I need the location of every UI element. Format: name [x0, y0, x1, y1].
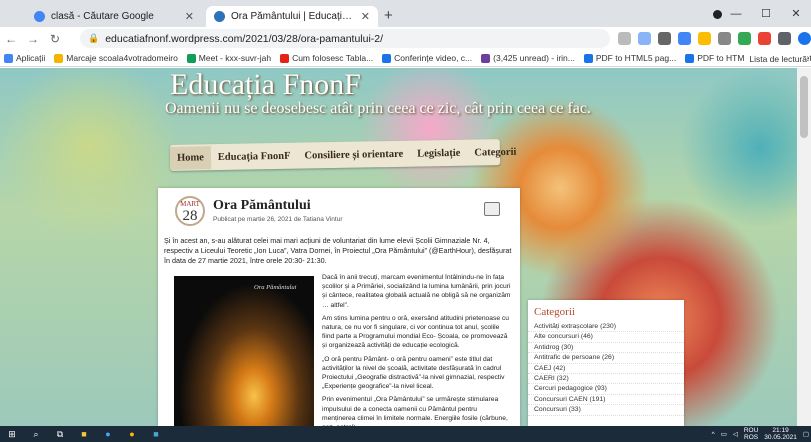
paragraph: Dacă în anii trecuți, marcam evenimentul… — [322, 274, 511, 309]
bookmarks-bar: Aplicații Marcaje scoala4votradomeiro Me… — [0, 50, 811, 67]
reading-list[interactable]: Lista de lectură — [745, 54, 807, 64]
lock-icon: 🔒 — [88, 33, 100, 43]
nav-educatia[interactable]: Educația FnonF — [211, 150, 298, 163]
windows-taskbar: ⊞ ⌕ ⧉ ■ ● ● ■ — [0, 426, 811, 442]
bookmark-item[interactable]: Meet - kxx-suvr-jah — [186, 53, 271, 63]
category-link[interactable]: CAERI (32) — [528, 374, 684, 385]
extension-icon[interactable] — [658, 32, 671, 45]
store-icon[interactable]: ■ — [144, 426, 168, 442]
tab-title: clasă - Căutare Google — [51, 11, 154, 22]
date-badge: MART 28 — [175, 196, 205, 226]
post-content: MART 28 Ora Pământului Publicat pe marti… — [158, 188, 520, 426]
notification-icon[interactable]: ▢ — [803, 430, 809, 438]
pdf-icon — [583, 53, 593, 63]
file-explorer-icon[interactable]: ■ — [72, 426, 96, 442]
close-window-icon[interactable]: ✕ — [781, 7, 811, 20]
category-link[interactable]: Cercuri pedagogice (93) — [528, 384, 684, 395]
tab-title: Ora Pământului | Educația FnonF — [231, 11, 355, 22]
category-link[interactable]: Activități extrașcolare (230) — [528, 322, 684, 333]
meet-icon — [186, 53, 196, 63]
bookmark-item[interactable]: Conferințe video, c... — [382, 53, 472, 63]
close-icon[interactable]: ✕ — [361, 10, 370, 23]
bookmark-item[interactable]: PDF to HTML5 pag... — [583, 53, 676, 63]
paragraph: „O oră pentru Pământ- o oră pentru oamen… — [322, 355, 505, 391]
puzzle-icon[interactable] — [778, 32, 791, 45]
extension-icon[interactable] — [698, 32, 711, 45]
candle-photo: Ora Pământului — [174, 276, 314, 426]
pdf-icon — [685, 53, 695, 63]
folder-icon — [54, 53, 64, 63]
tab-google-search[interactable]: clasă - Căutare Google ✕ — [26, 6, 202, 27]
edge-icon[interactable]: ● — [96, 426, 120, 442]
category-link[interactable]: Alte concursuri (46) — [528, 332, 684, 343]
post-title[interactable]: Ora Pământului — [213, 198, 311, 214]
book-icon — [484, 202, 500, 216]
category-link[interactable]: Antitrafic de persoane (26) — [528, 353, 684, 364]
paragraph: Am stins lumina pentru o oră, exersând a… — [322, 314, 509, 350]
photo-caption: Ora Pământului — [254, 284, 297, 291]
url-bar[interactable]: 🔒 educatiafnonf.wordpress.com/2021/03/28… — [80, 29, 610, 48]
extension-icon[interactable] — [738, 32, 751, 45]
star-icon[interactable] — [618, 32, 631, 45]
youtube-icon — [280, 53, 290, 63]
network-icon[interactable]: ▭ — [721, 430, 727, 438]
forward-icon[interactable]: → — [22, 32, 44, 46]
post-day: 28 — [182, 208, 198, 224]
system-tray: ^ ▭ ◁ ROU ROS 21:19 30.05.2021 ▢ — [712, 427, 809, 441]
categories-heading: Categorii — [534, 306, 575, 318]
mail-icon — [481, 53, 491, 63]
post-intro: Și în acest an, s-au alăturat celei mai … — [164, 236, 512, 265]
extension-icon[interactable] — [678, 32, 691, 45]
browser-tabbar: clasă - Căutare Google ✕ Ora Pământului … — [0, 0, 811, 27]
page-viewport: Educația FnonF Oamenii nu se deosebesc a… — [0, 68, 797, 426]
language-indicator[interactable]: ROU ROS — [744, 427, 758, 441]
url-text: educatiafnonf.wordpress.com/2021/03/28/o… — [105, 32, 384, 45]
video-icon — [382, 53, 392, 63]
new-tab-icon[interactable]: + — [384, 7, 393, 24]
wordpress-icon — [214, 11, 225, 22]
extension-icon[interactable] — [758, 32, 771, 45]
categories-widget: Categorii Activități extrașcolare (230) … — [528, 300, 684, 426]
nav-home[interactable]: Home — [169, 145, 212, 170]
category-link[interactable]: Antidrog (30) — [528, 343, 684, 354]
bookmark-apps[interactable]: Aplicații — [4, 53, 45, 63]
minimize-icon[interactable]: — — [721, 8, 751, 20]
nav-categorii[interactable]: Categorii — [467, 146, 523, 158]
category-link[interactable]: Concursuri CAEN (191) — [528, 395, 684, 406]
paragraph: Prin evenimentul „Ora Pământului” se urm… — [322, 396, 508, 426]
google-icon — [34, 11, 45, 22]
search-icon[interactable]: ⌕ — [24, 426, 48, 442]
reload-icon[interactable]: ↻ — [44, 32, 66, 46]
tray-chevron-icon[interactable]: ^ — [712, 431, 715, 438]
close-icon[interactable]: ✕ — [185, 10, 194, 23]
bookmark-item[interactable]: Marcaje scoala4votradomeiro — [54, 53, 178, 63]
main-nav: Home Educația FnonF Consiliere și orient… — [169, 139, 516, 171]
bookmark-item[interactable]: (3,425 unread) - irin... — [481, 53, 575, 63]
profile-avatar[interactable] — [798, 32, 811, 45]
volume-icon[interactable]: ◁ — [733, 430, 738, 438]
post-meta: Publicat pe martie 26, 2021 de Tatiana V… — [213, 216, 343, 223]
extension-icon[interactable] — [638, 32, 651, 45]
maximize-icon[interactable]: ☐ — [751, 7, 781, 20]
apps-icon — [4, 53, 13, 63]
nav-consiliere[interactable]: Consiliere și orientare — [297, 148, 410, 161]
scrollbar-thumb[interactable] — [800, 76, 808, 138]
category-link[interactable]: CAEJ (42) — [528, 364, 684, 374]
category-link[interactable]: Concursuri (33) — [528, 405, 684, 416]
extension-icons — [618, 32, 811, 45]
back-icon[interactable]: ← — [0, 32, 22, 46]
task-view-icon[interactable]: ⧉ — [48, 426, 72, 442]
site-tagline: Oamenii nu se deosebesc atât prin ceea c… — [165, 100, 591, 117]
window-controls: — ☐ ✕ — [721, 0, 811, 27]
address-toolbar: ← → ↻ 🔒 educatiafnonf.wordpress.com/2021… — [0, 27, 811, 50]
chrome-icon[interactable]: ● — [120, 426, 144, 442]
windows-start-icon[interactable]: ⊞ — [0, 426, 24, 442]
clock[interactable]: 21:19 30.05.2021 — [764, 427, 797, 441]
bookmark-item[interactable]: Cum folosesc Tabla... — [280, 53, 373, 63]
extension-icon[interactable] — [718, 32, 731, 45]
tab-ora-pamantului[interactable]: Ora Pământului | Educația FnonF ✕ — [206, 6, 378, 27]
site-title[interactable]: Educația FnonF — [170, 68, 361, 102]
nav-legislatie[interactable]: Legislație — [410, 147, 467, 159]
post-body: Dacă în anii trecuți, marcam evenimentul… — [322, 273, 512, 426]
